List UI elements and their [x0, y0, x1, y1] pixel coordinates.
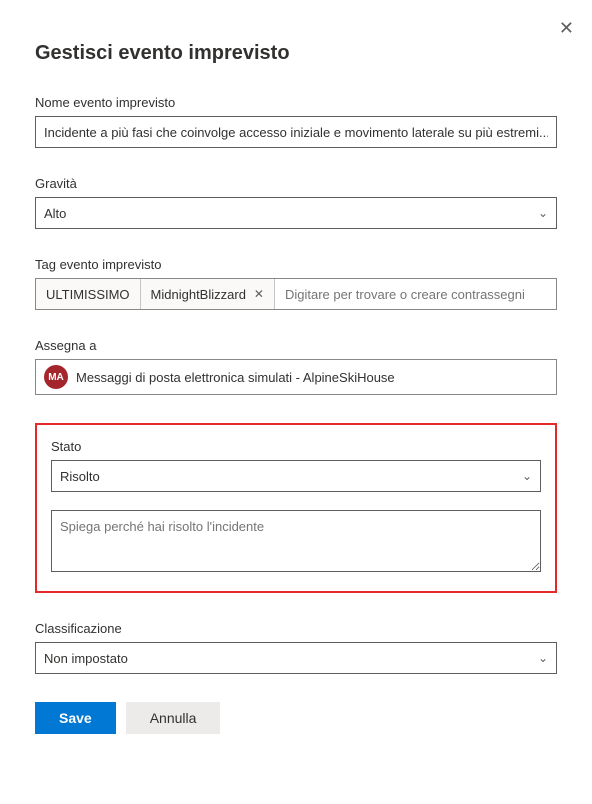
- severity-value: Alto: [44, 206, 66, 221]
- severity-label: Gravità: [35, 176, 557, 191]
- tag-label: MidnightBlizzard: [151, 287, 246, 302]
- incident-name-label: Nome evento imprevisto: [35, 95, 557, 110]
- chevron-down-icon: ⌄: [522, 469, 532, 483]
- classification-field: Classificazione Non impostato ⌄: [35, 621, 557, 674]
- tag-item[interactable]: MidnightBlizzard ✕: [141, 279, 275, 309]
- save-button[interactable]: Save: [35, 702, 116, 734]
- state-select[interactable]: Risolto ⌄: [51, 460, 541, 492]
- tag-item[interactable]: ULTIMISSIMO: [36, 279, 141, 309]
- chevron-down-icon: ⌄: [538, 206, 548, 220]
- incident-name-input[interactable]: [35, 116, 557, 148]
- assign-input[interactable]: MA Messaggi di posta elettronica simulat…: [35, 359, 557, 395]
- tags-field: Tag evento imprevisto ULTIMISSIMO Midnig…: [35, 257, 557, 310]
- state-section-highlight: Stato Risolto ⌄: [35, 423, 557, 593]
- tag-label: ULTIMISSIMO: [46, 287, 130, 302]
- button-row: Save Annulla: [35, 702, 557, 734]
- state-field: Stato Risolto ⌄: [51, 439, 541, 492]
- tags-container[interactable]: ULTIMISSIMO MidnightBlizzard ✕: [35, 278, 557, 310]
- tags-input[interactable]: [275, 279, 556, 309]
- incident-name-field: Nome evento imprevisto: [35, 95, 557, 148]
- dialog-title: Gestisci evento imprevisto: [35, 42, 557, 65]
- close-button[interactable]: ✕: [559, 18, 574, 39]
- assign-label: Assegna a: [35, 338, 557, 353]
- severity-select[interactable]: Alto ⌄: [35, 197, 557, 229]
- state-label: Stato: [51, 439, 541, 454]
- chevron-down-icon: ⌄: [538, 651, 548, 665]
- state-reason-field: [51, 510, 541, 577]
- assign-field: Assegna a MA Messaggi di posta elettroni…: [35, 338, 557, 395]
- tag-remove-icon[interactable]: ✕: [254, 287, 264, 301]
- close-icon: ✕: [559, 18, 574, 38]
- cancel-button[interactable]: Annulla: [126, 702, 221, 734]
- state-value: Risolto: [60, 469, 100, 484]
- state-reason-textarea[interactable]: [51, 510, 541, 572]
- avatar: MA: [44, 365, 68, 389]
- assign-value: Messaggi di posta elettronica simulati -…: [76, 370, 395, 385]
- classification-select[interactable]: Non impostato ⌄: [35, 642, 557, 674]
- tags-label: Tag evento imprevisto: [35, 257, 557, 272]
- classification-label: Classificazione: [35, 621, 557, 636]
- classification-value: Non impostato: [44, 651, 128, 666]
- severity-field: Gravità Alto ⌄: [35, 176, 557, 229]
